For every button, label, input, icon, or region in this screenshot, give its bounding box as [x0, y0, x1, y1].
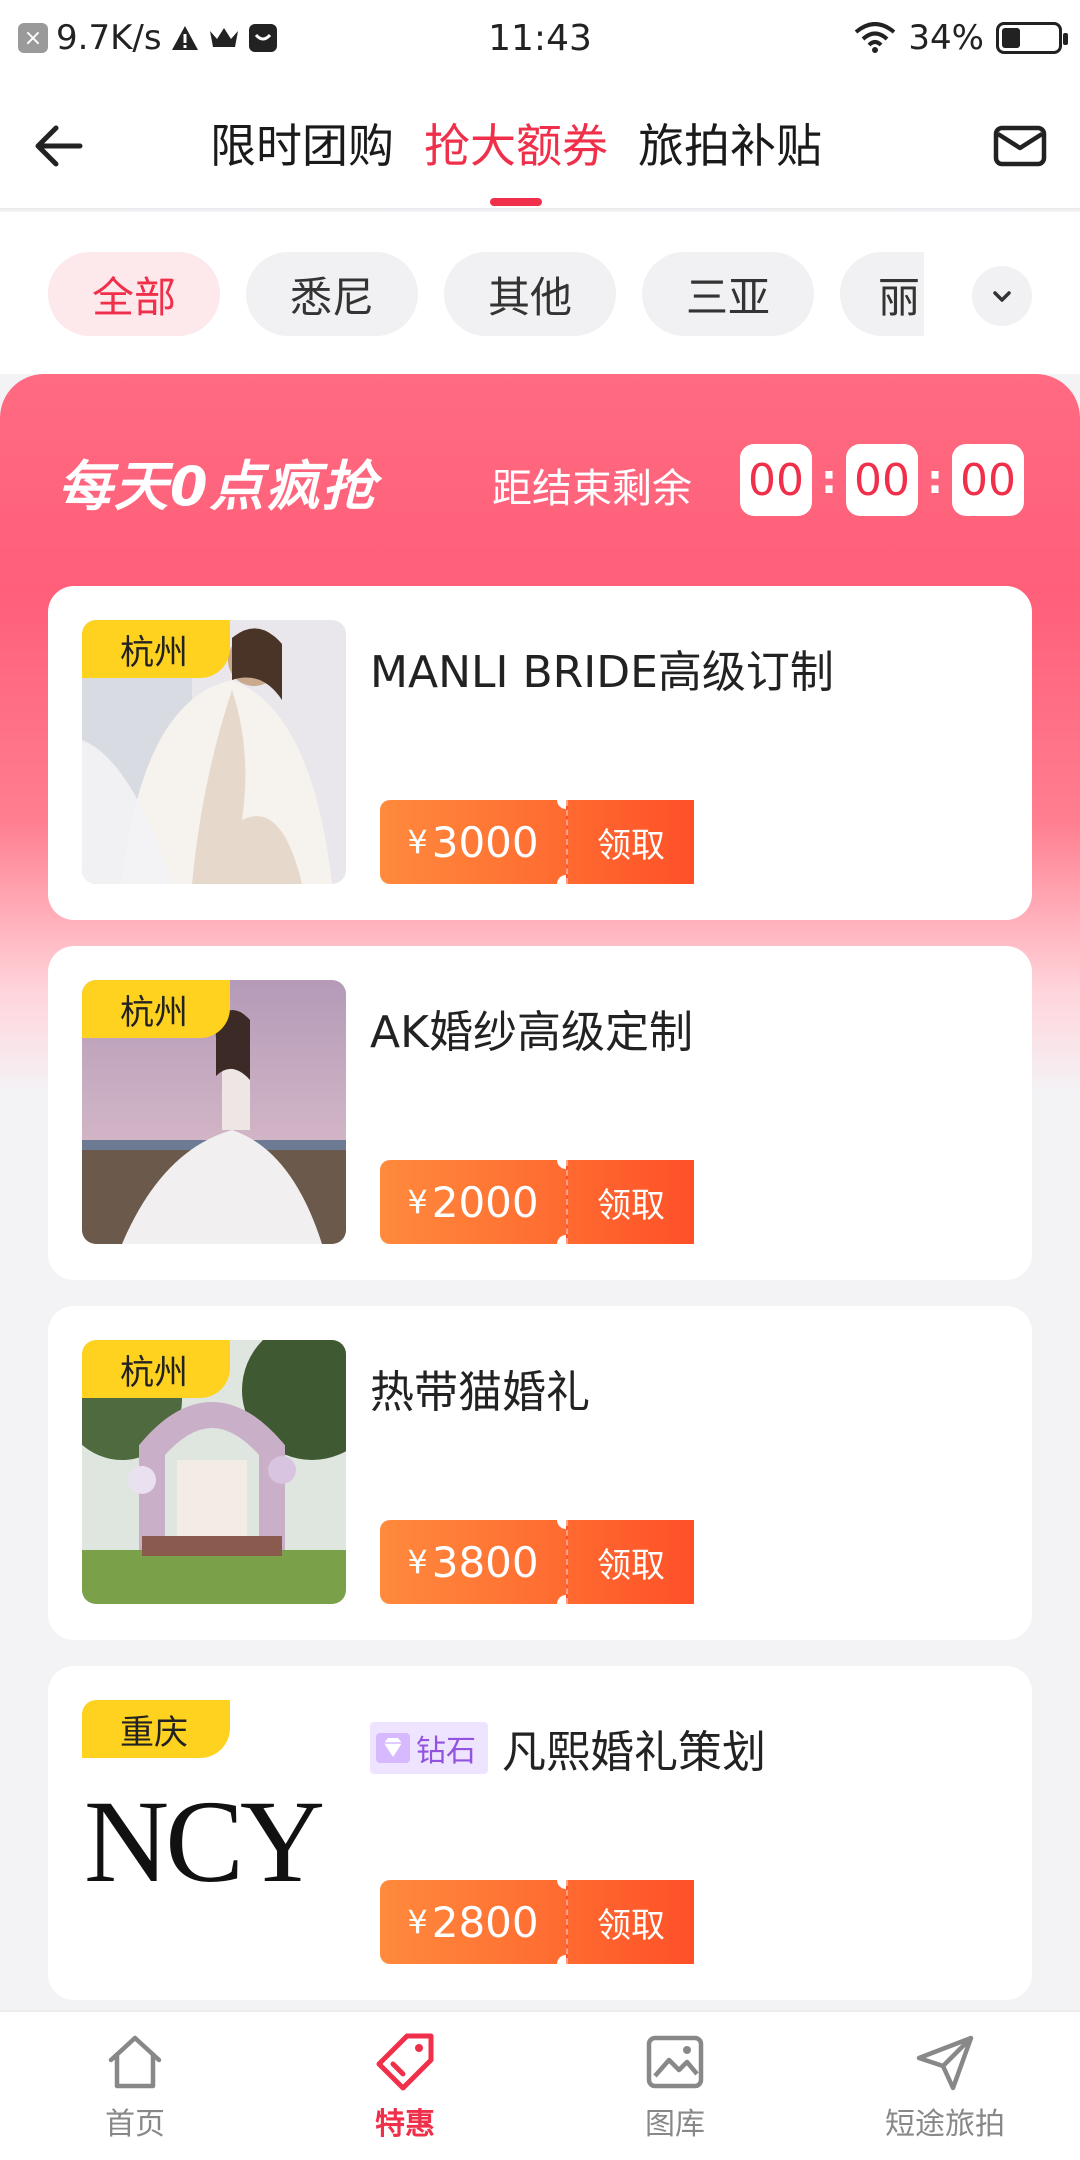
city-filter-bar: 全部 悉尼 其他 三亚 丽	[0, 212, 1080, 374]
tab-travel-subsidy[interactable]: 旅拍补贴	[638, 76, 822, 210]
claim-coupon-button[interactable]: 领取	[566, 800, 700, 884]
warning-icon	[170, 24, 200, 52]
filter-chip-sanya[interactable]: 三亚	[642, 252, 814, 336]
back-button[interactable]	[28, 114, 92, 178]
filter-chip-li[interactable]: 丽	[840, 252, 924, 336]
claim-coupon-button[interactable]: 领取	[566, 1160, 700, 1244]
app-notification-icon	[248, 23, 278, 53]
home-icon	[102, 2029, 168, 2095]
envelope-icon	[993, 125, 1047, 167]
tab-bar: 限时团购 抢大额券 旅拍补贴	[210, 76, 822, 210]
vendor-logo-text: NCY	[84, 1776, 325, 1907]
coupon-ticket[interactable]: ¥2000 领取	[380, 1151, 700, 1253]
diamond-badge: 钻石	[370, 1722, 488, 1774]
coupon-ticket[interactable]: ¥3000 领取	[380, 791, 700, 893]
clock: 11:43	[488, 17, 592, 59]
coupon-amount: ¥2800	[380, 1871, 575, 1973]
diamond-icon	[376, 1733, 410, 1763]
nav-deals[interactable]: 特惠	[270, 2012, 540, 2160]
vendor-photo: 杭州	[82, 980, 346, 1244]
claim-coupon-button[interactable]: 领取	[566, 1520, 700, 1604]
countdown-hours: 00	[740, 444, 812, 516]
battery-icon	[996, 22, 1068, 54]
send-icon	[912, 2029, 978, 2095]
countdown-separator: :	[821, 457, 837, 503]
notification-close-icon: ×	[18, 23, 48, 53]
coupon-ticket[interactable]: ¥2800 领取	[380, 1871, 700, 1973]
nav-home[interactable]: 首页	[0, 2012, 270, 2160]
nav-short-trip[interactable]: 短途旅拍	[810, 2012, 1080, 2160]
countdown-separator: :	[927, 457, 943, 503]
expand-filters-button[interactable]	[972, 266, 1032, 326]
tab-group-buy[interactable]: 限时团购	[210, 76, 394, 210]
promo-title: 每天0点疯抢	[58, 455, 378, 518]
vendor-photo: 杭州	[82, 1340, 346, 1604]
vendor-photo: 杭州	[82, 620, 346, 884]
bottom-navigation: 首页 特惠 图库 短途旅拍	[0, 2010, 1080, 2160]
countdown-minutes: 00	[846, 444, 918, 516]
coupon-card[interactable]: 杭州 AK婚纱高级定制 ¥2000 领取	[48, 946, 1032, 1280]
coupon-amount: ¥3800	[380, 1511, 575, 1613]
gallery-icon	[642, 2029, 708, 2095]
vendor-name: AK婚纱高级定制	[370, 1007, 693, 1058]
top-header: 限时团购 抢大额券 旅拍补贴	[0, 76, 1080, 210]
claim-coupon-button[interactable]: 领取	[566, 1880, 700, 1964]
coupon-card[interactable]: 杭州 MANLI BRIDE高级订制 ¥3000 领取	[48, 586, 1032, 920]
wifi-icon	[854, 22, 896, 54]
countdown-label: 距结束剩余	[492, 466, 692, 512]
crown-icon	[208, 25, 240, 51]
vendor-name: 热带猫婚礼	[370, 1367, 590, 1418]
chevron-down-icon	[993, 291, 1011, 302]
city-tag: 重庆	[82, 1700, 230, 1758]
message-button[interactable]	[988, 114, 1052, 178]
filter-chip-other[interactable]: 其他	[444, 252, 616, 336]
tag-icon	[372, 2029, 438, 2095]
vendor-name: MANLI BRIDE高级订制	[370, 647, 834, 698]
city-tag: 杭州	[82, 980, 230, 1038]
active-tab-indicator	[490, 198, 542, 206]
city-tag: 杭州	[82, 620, 230, 678]
city-tag: 杭州	[82, 1340, 230, 1398]
flash-coupon-section: 每天0点疯抢 距结束剩余 00 : 00 : 00 杭州 MANLI BRIDE…	[0, 374, 1080, 2010]
coupon-card[interactable]: NCY 重庆 钻石 凡熙婚礼策划 ¥2800 领取	[48, 1666, 1032, 2000]
coupon-ticket[interactable]: ¥3800 领取	[380, 1511, 700, 1613]
coupon-amount: ¥2000	[380, 1151, 575, 1253]
filter-chip-all[interactable]: 全部	[48, 252, 220, 336]
countdown-seconds: 00	[952, 444, 1024, 516]
nav-gallery[interactable]: 图库	[540, 2012, 810, 2160]
battery-percent: 34%	[908, 18, 984, 58]
tab-big-coupons[interactable]: 抢大额券	[424, 76, 608, 210]
filter-chip-sydney[interactable]: 悉尼	[246, 252, 418, 336]
status-bar: × 9.7K/s 11:43 34%	[0, 0, 1080, 76]
vendor-name: 钻石 凡熙婚礼策划	[370, 1716, 766, 1780]
countdown-timer: 00 : 00 : 00	[740, 444, 1024, 516]
vendor-logo: NCY 重庆	[82, 1700, 346, 1964]
net-speed: 9.7K/s	[56, 18, 162, 58]
arrow-left-icon	[35, 125, 83, 167]
coupon-card[interactable]: 杭州 热带猫婚礼 ¥3800 领取	[48, 1306, 1032, 1640]
coupon-amount: ¥3000	[380, 791, 575, 893]
